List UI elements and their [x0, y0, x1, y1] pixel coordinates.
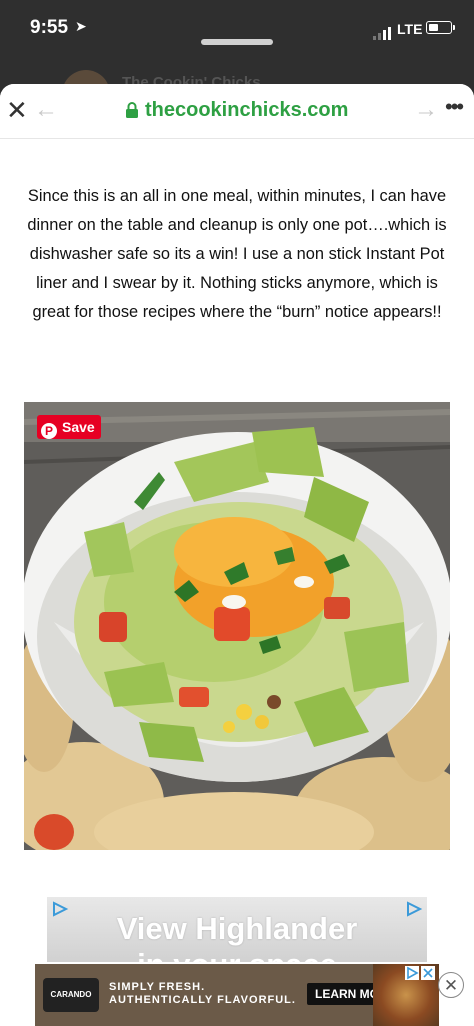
status-bar: 9:55 ➤ LTE [0, 0, 474, 60]
network-label: LTE [397, 21, 423, 37]
browser-sheet: ✕ ← thecookinchicks.com → ••• Since this… [0, 84, 474, 1026]
browser-navbar: ✕ ← thecookinchicks.com → ••• [0, 84, 474, 139]
close-ad-button[interactable]: ✕ [438, 972, 464, 998]
ad-slogan-line1: SIMPLY FRESH. [109, 981, 206, 993]
ad-banner-bottom[interactable]: CARANDO SIMPLY FRESH. AUTHENTICALLY FLAV… [35, 964, 439, 1026]
article-paragraph: Since this is an all in one meal, within… [27, 187, 447, 321]
sheet-grabber[interactable] [201, 39, 273, 45]
carando-logo: CARANDO [43, 978, 99, 1012]
url-label[interactable]: thecookinchicks.com [145, 99, 348, 122]
ad-close-small-icon[interactable] [421, 966, 435, 980]
pinterest-icon: P [41, 423, 57, 439]
ad-slogan: SIMPLY FRESH. AUTHENTICALLY FLAVORFUL. [109, 981, 296, 1007]
status-time: 9:55 [30, 17, 69, 38]
ad-headline: View Highlander [116, 911, 358, 946]
close-icon: ✕ [443, 976, 459, 995]
pinterest-save-button[interactable]: P Save [37, 415, 101, 439]
forward-arrow-icon[interactable]: → [414, 96, 438, 124]
close-icon[interactable]: ✕ [6, 97, 28, 123]
battery-icon [426, 21, 455, 34]
location-arrow-icon: ➤ [75, 18, 87, 34]
save-label: Save [62, 419, 95, 435]
lock-icon [126, 102, 138, 118]
salad-photo[interactable] [24, 402, 450, 850]
more-icon[interactable]: ••• [445, 94, 464, 120]
signal-icon [373, 22, 393, 40]
ad-slogan-line2: AUTHENTICALLY FLAVORFUL. [109, 994, 296, 1006]
back-arrow-icon[interactable]: ← [34, 96, 58, 124]
ad-banner-top[interactable]: View Highlander in your space [47, 897, 427, 967]
adchoices-icon[interactable] [405, 966, 419, 980]
